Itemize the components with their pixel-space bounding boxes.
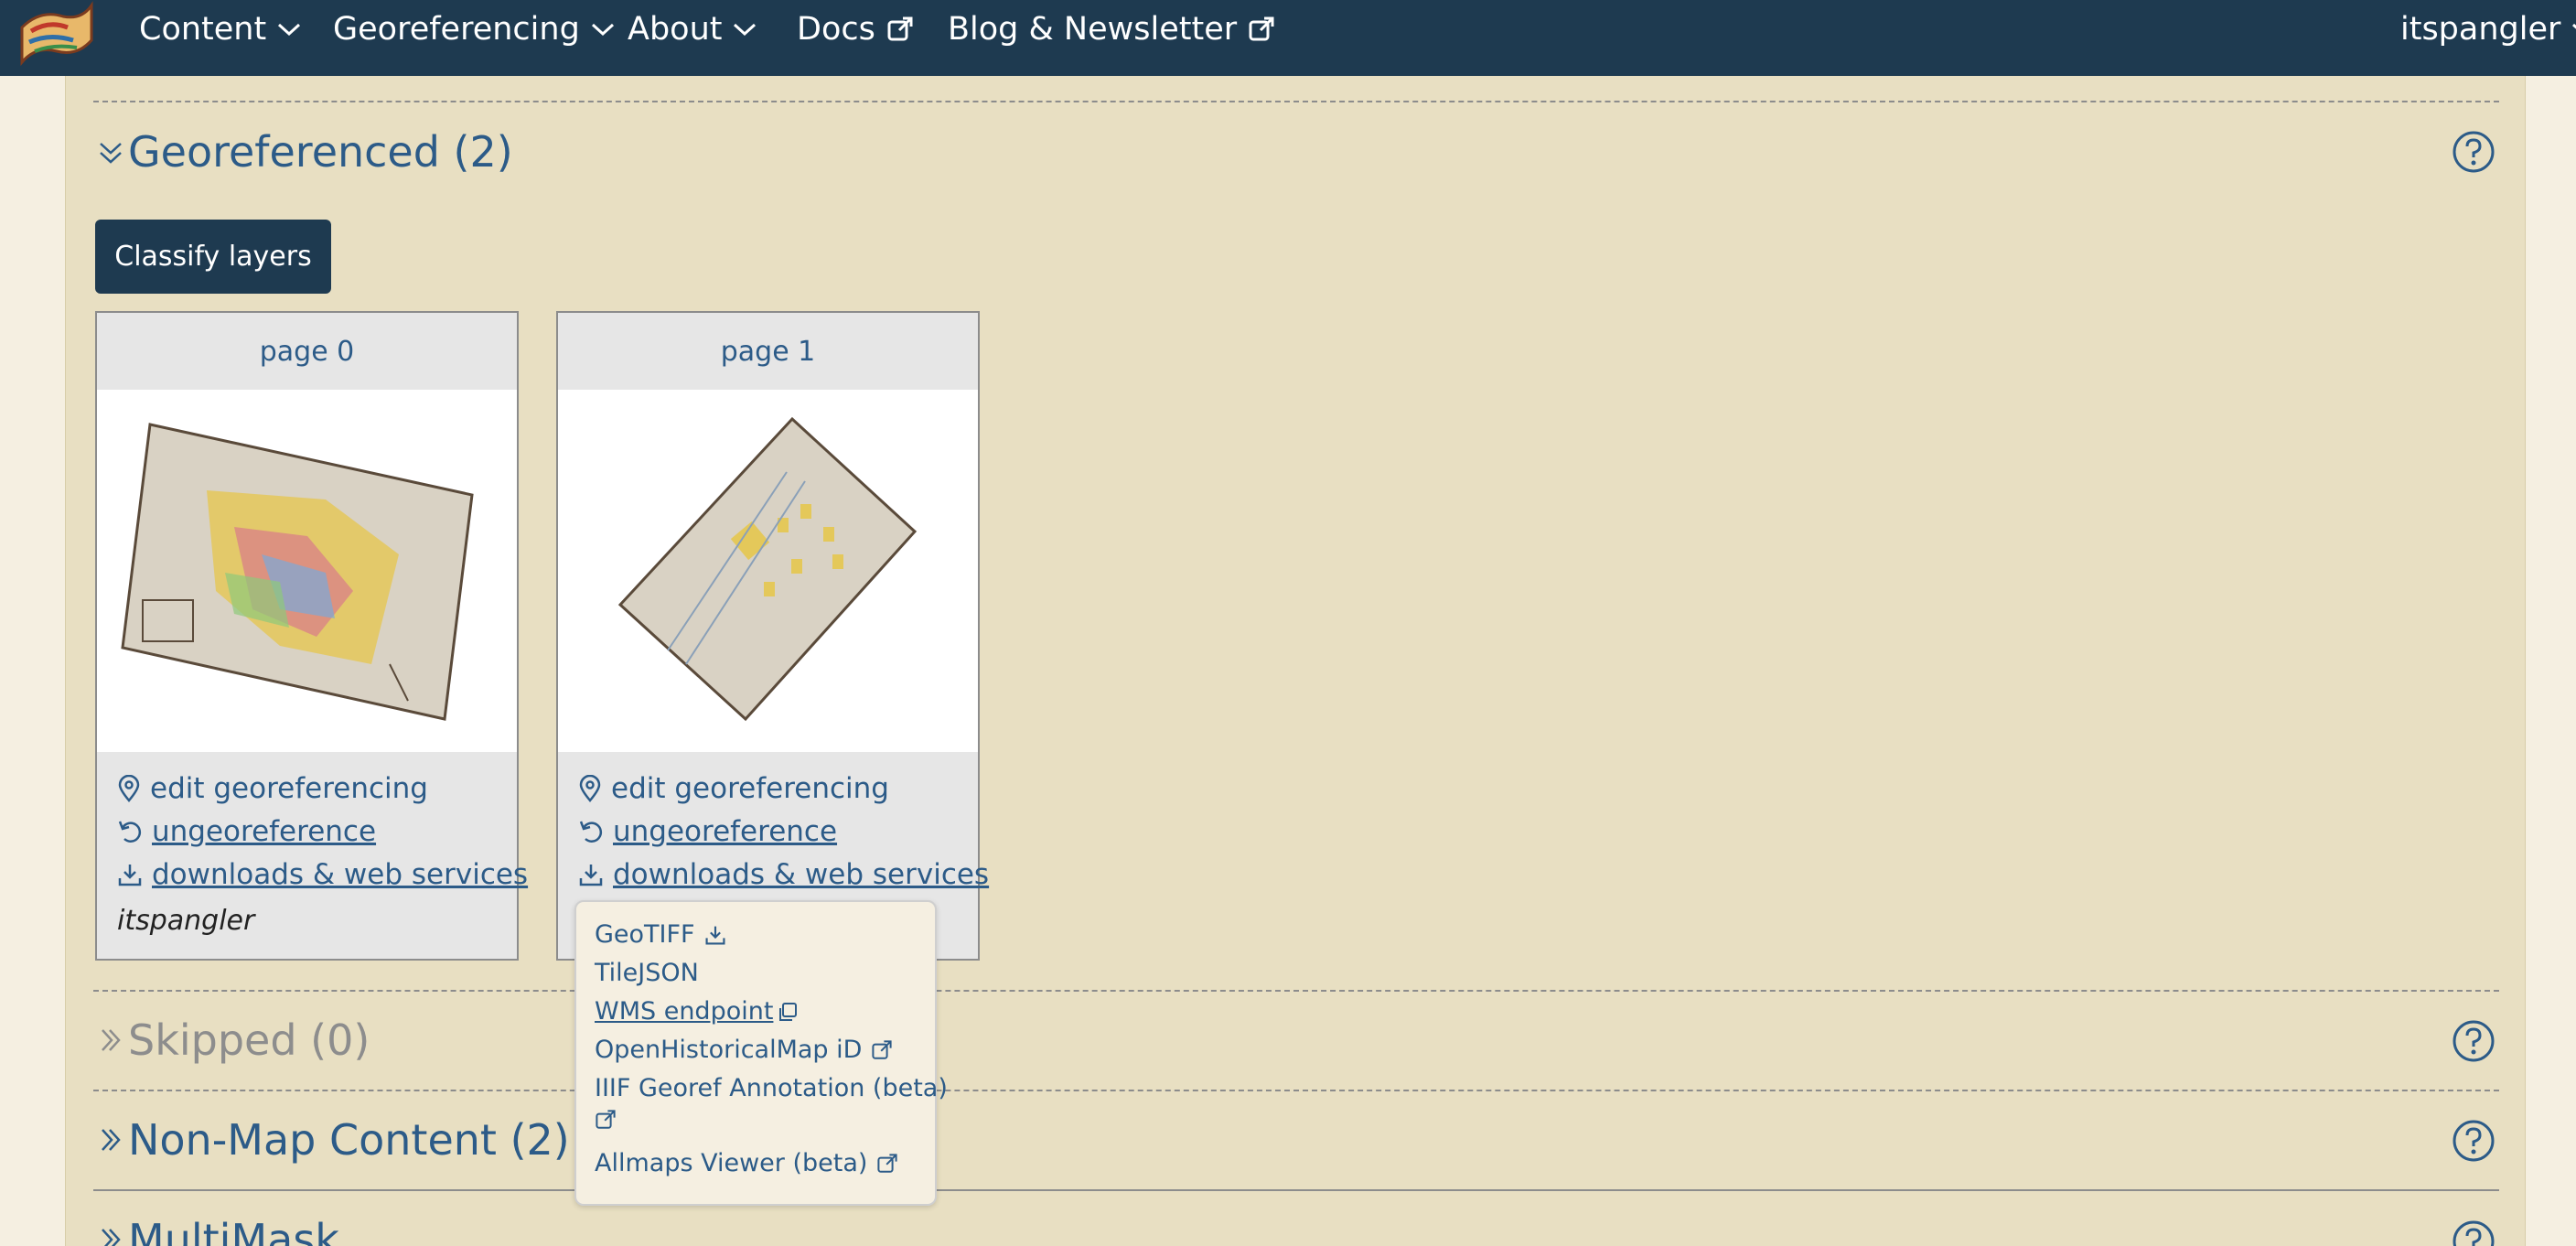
- external-link-icon[interactable]: [595, 1109, 617, 1131]
- help-icon[interactable]: [2452, 1219, 2496, 1246]
- ungeoreference-label: ungeoreference: [613, 815, 838, 848]
- dropdown-item-wms-endpoint[interactable]: WMS endpoint: [595, 997, 799, 1026]
- section-multimask-header[interactable]: MultiMask: [97, 1215, 339, 1246]
- tilejson-label: TileJSON: [595, 959, 699, 987]
- openhistoricalmap-label: OpenHistoricalMap iD: [595, 1036, 863, 1064]
- ungeoreference-link[interactable]: ungeoreference: [578, 815, 837, 848]
- help-icon[interactable]: [2452, 1019, 2496, 1063]
- site-logo[interactable]: [13, 0, 97, 73]
- nav-docs-label: Docs: [797, 11, 875, 48]
- nav-blog-label: Blog & Newsletter: [948, 11, 1238, 48]
- layer-card-title[interactable]: page 0: [97, 313, 517, 390]
- dropdown-item-tilejson[interactable]: TileJSON: [595, 959, 699, 987]
- chevron-double-right-icon: [97, 1124, 124, 1155]
- external-link-icon: [1248, 16, 1275, 43]
- section-georeferenced-title: Georeferenced (2): [128, 127, 513, 177]
- map-thumbnail[interactable]: [97, 390, 517, 752]
- nav-georeferencing-label: Georeferencing: [333, 11, 580, 48]
- chevron-down-icon: [591, 22, 615, 37]
- chevron-down-icon: [733, 22, 757, 37]
- downloads-web-services-label: downloads & web services: [613, 858, 990, 891]
- section-divider: [93, 101, 2499, 102]
- card-username: itspangler: [117, 905, 255, 937]
- nav-docs[interactable]: Docs: [797, 7, 914, 51]
- classify-layers-button[interactable]: Classify layers: [95, 220, 331, 294]
- edit-georeferencing-label: edit georeferencing: [150, 772, 428, 805]
- chevron-double-right-icon: [97, 1224, 124, 1246]
- section-multimask-title: MultiMask: [128, 1215, 339, 1246]
- map-pin-icon: [117, 775, 141, 802]
- download-icon: [704, 924, 726, 946]
- section-nonmap-title: Non-Map Content (2): [128, 1115, 570, 1165]
- layer-card: page 0 edit georeferencing ungeoreferenc…: [95, 311, 528, 961]
- chevron-down-icon: [277, 22, 301, 37]
- nav-blog[interactable]: Blog & Newsletter: [948, 7, 1275, 51]
- external-link-icon: [886, 16, 914, 43]
- nav-about[interactable]: About: [628, 7, 757, 51]
- section-divider: [93, 1189, 2499, 1191]
- downloads-web-services-link[interactable]: downloads & web services: [578, 858, 989, 891]
- external-link-icon: [871, 1039, 893, 1061]
- copy-icon: [777, 1001, 799, 1023]
- downloads-web-services-label: downloads & web services: [152, 858, 529, 891]
- help-icon[interactable]: [2452, 1119, 2496, 1163]
- ungeoreference-link[interactable]: ungeoreference: [117, 815, 376, 848]
- edit-georeferencing-link[interactable]: edit georeferencing: [117, 772, 428, 805]
- geotiff-label: GeoTIFF: [595, 920, 695, 949]
- map-thumbnail[interactable]: [558, 390, 978, 752]
- dropdown-item-geotiff[interactable]: GeoTIFF: [595, 920, 726, 949]
- allmaps-viewer-label: Allmaps Viewer (beta): [595, 1149, 868, 1177]
- edit-georeferencing-label: edit georeferencing: [611, 772, 889, 805]
- downloads-web-services-link[interactable]: downloads & web services: [117, 858, 528, 891]
- section-georeferenced-header[interactable]: Georeferenced (2): [97, 127, 513, 177]
- dropdown-item-openhistoricalmap[interactable]: OpenHistoricalMap iD: [595, 1036, 893, 1064]
- download-icon: [578, 862, 604, 887]
- nav-content[interactable]: Content: [139, 7, 301, 51]
- nav-about-label: About: [628, 11, 723, 48]
- classify-layers-label: Classify layers: [114, 241, 312, 273]
- map-pin-icon: [578, 775, 602, 802]
- external-link-icon: [876, 1153, 898, 1175]
- nav-georeferencing[interactable]: Georeferencing: [333, 7, 615, 51]
- help-icon[interactable]: [2452, 130, 2496, 174]
- edit-georeferencing-link[interactable]: edit georeferencing: [578, 772, 889, 805]
- iiif-georef-label: IIIF Georef Annotation (beta): [595, 1074, 948, 1102]
- main-panel: Georeferenced (2) Classify layers page 0…: [65, 76, 2526, 1246]
- section-nonmap-header[interactable]: Non-Map Content (2): [97, 1115, 570, 1165]
- ungeoreference-label: ungeoreference: [152, 815, 377, 848]
- dropdown-item-allmaps-viewer[interactable]: Allmaps Viewer (beta): [595, 1149, 898, 1177]
- layer-card: page 1 edit georeferencing ungeoreferenc…: [556, 311, 989, 961]
- downloads-dropdown-menu: GeoTIFF TileJSON WMS endpoint OpenHistor…: [574, 900, 948, 1206]
- wms-endpoint-label: WMS endpoint: [595, 997, 774, 1026]
- nav-content-label: Content: [139, 11, 267, 48]
- top-navbar: Content Georeferencing About Docs Blog &…: [0, 0, 2576, 76]
- dropdown-item-iiif-georef[interactable]: IIIF Georef Annotation (beta): [595, 1074, 948, 1102]
- section-divider: [93, 990, 2499, 992]
- download-icon: [117, 862, 143, 887]
- undo-icon: [117, 819, 143, 844]
- section-divider: [93, 1090, 2499, 1091]
- section-skipped-title: Skipped (0): [128, 1015, 370, 1065]
- layer-card-title[interactable]: page 1: [558, 313, 978, 390]
- chevron-double-down-icon: [97, 136, 124, 167]
- nav-user-menu[interactable]: itspangler: [2400, 7, 2576, 51]
- chevron-down-icon: [2571, 22, 2576, 37]
- section-skipped-header[interactable]: Skipped (0): [97, 1015, 370, 1065]
- chevron-double-right-icon: [97, 1025, 124, 1056]
- undo-icon: [578, 819, 604, 844]
- nav-username: itspangler: [2400, 11, 2561, 48]
